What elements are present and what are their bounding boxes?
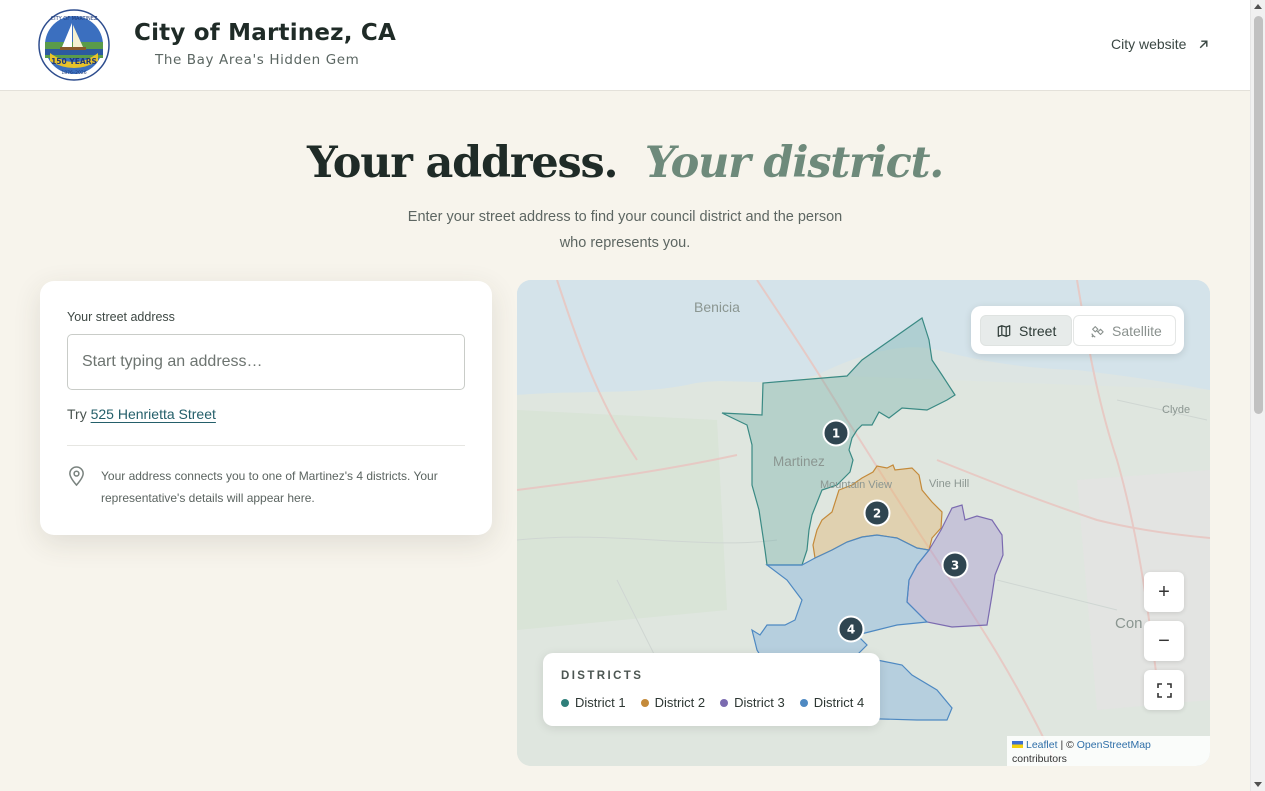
hero-title-plain: Your address. bbox=[306, 138, 619, 188]
district-2-marker[interactable]: 2 bbox=[863, 499, 891, 527]
city-website-label: City website bbox=[1111, 36, 1187, 52]
site-title: City of Martinez, CA bbox=[134, 20, 396, 46]
attribution-separator: | © bbox=[1060, 739, 1074, 751]
seal-years-text: 150 YEARS bbox=[51, 57, 97, 66]
legend-title: DISTRICTS bbox=[561, 670, 644, 682]
legend-item-district-4: District 4 bbox=[799, 695, 865, 710]
district-1-marker[interactable]: 1 bbox=[822, 419, 850, 447]
fullscreen-button[interactable] bbox=[1144, 670, 1184, 710]
district-3-marker[interactable]: 3 bbox=[941, 551, 969, 579]
hero-heading: Your address. Your district. bbox=[0, 138, 1250, 188]
address-search-card: Your street address Try 525 Henrietta St… bbox=[40, 281, 492, 535]
attribution-contributors: contributors bbox=[1012, 753, 1067, 765]
satellite-layer-button[interactable]: Satellite bbox=[1073, 315, 1176, 346]
satellite-icon bbox=[1091, 325, 1104, 338]
district-legend: DISTRICTS District 1 District 2 District… bbox=[543, 653, 880, 726]
street-layer-label: Street bbox=[1019, 322, 1057, 339]
place-label-mountain-view: Mountain View bbox=[820, 479, 892, 491]
city-seal-logo[interactable]: 150 YEARS 1876–2026 CITY OF MARTINEZ bbox=[38, 9, 110, 81]
scroll-up-arrow[interactable] bbox=[1254, 4, 1262, 9]
map-attribution: Leaflet | © OpenStreetMap contributors bbox=[1007, 736, 1210, 766]
leaflet-link[interactable]: Leaflet bbox=[1026, 739, 1058, 751]
zoom-out-button[interactable]: − bbox=[1144, 621, 1184, 661]
page-scrollbar[interactable] bbox=[1250, 0, 1265, 791]
legend-label-district-2: District 2 bbox=[654, 695, 706, 710]
place-label-vine-hill: Vine Hill bbox=[929, 478, 969, 490]
zoom-in-button[interactable]: + bbox=[1144, 572, 1184, 612]
satellite-layer-label: Satellite bbox=[1112, 322, 1162, 339]
district-3-marker-label: 3 bbox=[951, 559, 959, 573]
district-map[interactable]: 1 2 3 4 Benicia Martinez Mountain View V… bbox=[517, 280, 1210, 766]
address-input[interactable] bbox=[67, 334, 465, 390]
district-2-swatch bbox=[640, 698, 649, 707]
place-label-concord: Con bbox=[1115, 615, 1143, 632]
try-prefix: Try bbox=[67, 406, 87, 422]
card-divider bbox=[67, 445, 465, 446]
district-4-marker-label: 4 bbox=[847, 623, 855, 637]
district-info-text: Your address connects you to one of Mart… bbox=[101, 469, 438, 505]
legend-label-district-1: District 1 bbox=[575, 695, 626, 710]
scroll-thumb[interactable] bbox=[1254, 16, 1263, 414]
legend-items: District 1 District 2 District 3 Distric… bbox=[561, 695, 864, 710]
example-address-link[interactable]: 525 Henrietta Street bbox=[91, 406, 216, 422]
place-label-martinez: Martinez bbox=[773, 454, 825, 469]
district-1-swatch bbox=[561, 698, 569, 707]
city-website-link[interactable]: City website bbox=[1111, 36, 1209, 52]
legend-item-district-3: District 3 bbox=[720, 695, 785, 710]
street-layer-button[interactable]: Street bbox=[980, 315, 1072, 346]
address-label: Your street address bbox=[67, 310, 175, 324]
hero-title-italic: Your district. bbox=[644, 138, 944, 188]
seal-top-text: CITY OF MARTINEZ bbox=[51, 16, 98, 22]
place-label-clyde: Clyde bbox=[1162, 404, 1190, 416]
openstreetmap-link[interactable]: OpenStreetMap bbox=[1077, 739, 1151, 751]
map-pin-icon bbox=[69, 466, 84, 487]
place-label-benicia: Benicia bbox=[694, 299, 740, 315]
ukraine-flag-icon bbox=[1012, 741, 1023, 748]
district-3-swatch bbox=[720, 698, 729, 707]
map-layer-toggle: Street Satellite bbox=[971, 306, 1184, 354]
arrow-up-right-icon bbox=[1200, 39, 1208, 48]
district-4-swatch bbox=[799, 698, 808, 707]
site-header: 150 YEARS 1876–2026 CITY OF MARTINEZ Cit… bbox=[0, 0, 1250, 91]
legend-label-district-4: District 4 bbox=[813, 695, 865, 710]
district-1-marker-label: 1 bbox=[832, 427, 840, 441]
try-example: Try 525 Henrietta Street bbox=[67, 406, 216, 422]
seal-dates-text: 1876–2026 bbox=[61, 70, 86, 76]
legend-label-district-3: District 3 bbox=[734, 695, 785, 710]
legend-item-district-2: District 2 bbox=[640, 695, 706, 710]
map-icon bbox=[997, 324, 1011, 337]
site-tagline: The Bay Area's Hidden Gem bbox=[155, 52, 360, 68]
district-4-marker[interactable]: 4 bbox=[837, 615, 865, 643]
district-2-marker-label: 2 bbox=[873, 507, 881, 521]
legend-item-district-1: District 1 bbox=[561, 695, 626, 710]
hero-subtitle: Enter your street address to find your c… bbox=[407, 209, 843, 251]
fullscreen-icon bbox=[1156, 682, 1172, 698]
scroll-down-arrow[interactable] bbox=[1254, 782, 1262, 787]
